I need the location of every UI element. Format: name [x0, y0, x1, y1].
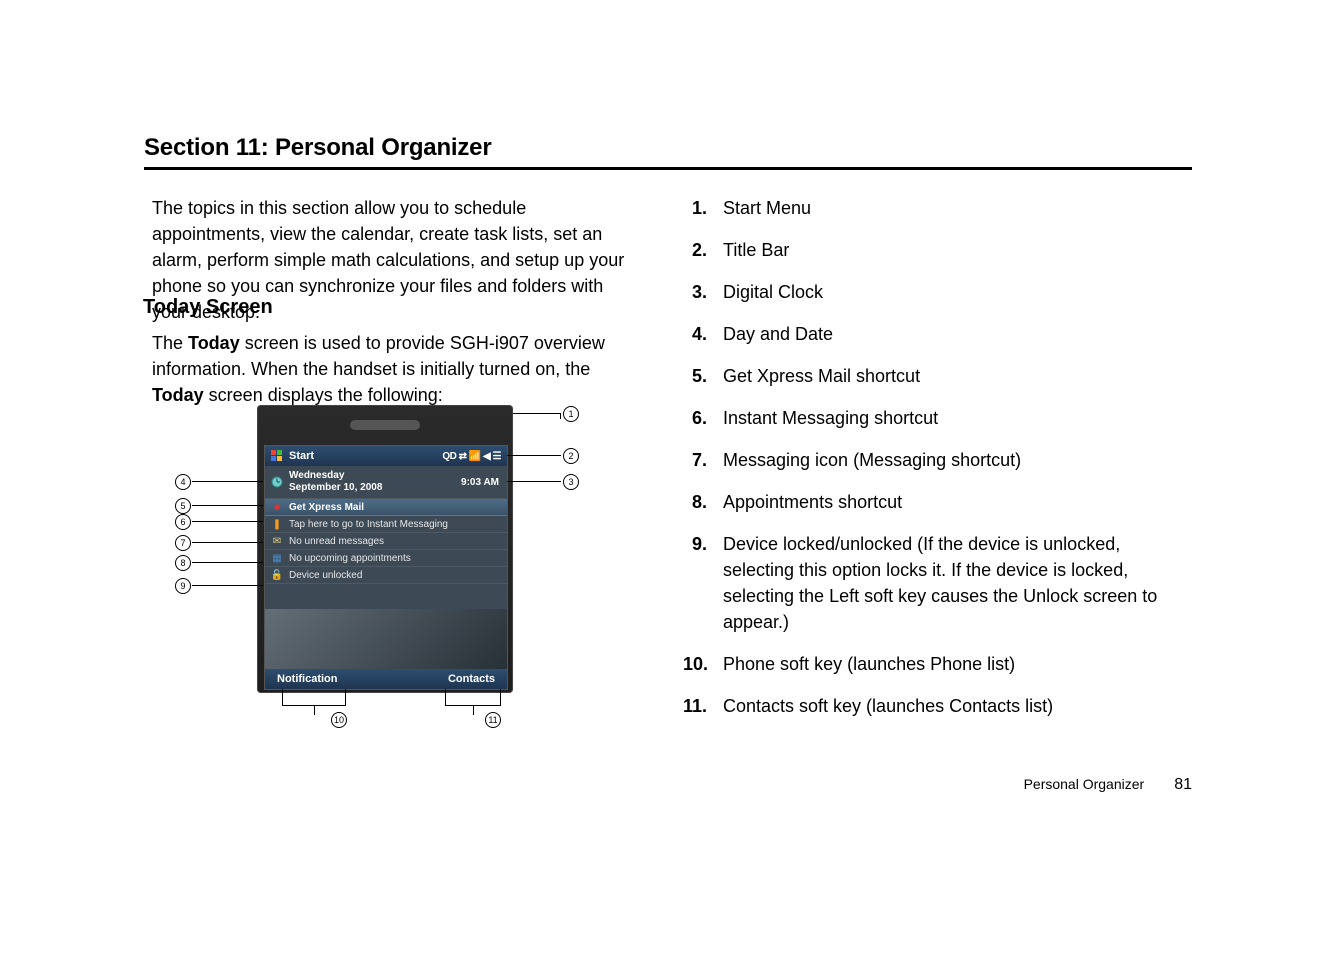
list-item: 5. Get Xpress Mail shortcut — [683, 363, 1193, 389]
callout-2: 2 — [563, 448, 579, 464]
legend-num: 10. — [683, 651, 707, 677]
list-item: 11. Contacts soft key (launches Contacts … — [683, 693, 1193, 719]
list-item: 6. Instant Messaging shortcut — [683, 405, 1193, 431]
legend-num: 5. — [683, 363, 707, 389]
today-screen-heading: Today Screen — [143, 296, 273, 319]
para-text: The — [152, 333, 188, 353]
legend-num: 2. — [683, 237, 707, 263]
legend-num: 3. — [683, 279, 707, 305]
titlebar-icons: QD ⇄ 📶 ◀ ☰ — [442, 451, 501, 462]
legend-text: Appointments shortcut — [723, 489, 1193, 515]
instant-messaging-row: ❚ Tap here to go to Instant Messaging — [265, 516, 507, 533]
page-number: 81 — [1174, 776, 1192, 794]
legend-list: 1. Start Menu 2. Title Bar 3. Digital Clock… — [683, 195, 1193, 735]
notification-softkey: Notification — [277, 673, 338, 685]
unlock-icon: 🔓 — [271, 569, 283, 581]
legend-num: 11. — [683, 693, 707, 719]
footer-section-label: Personal Organizer — [1024, 776, 1145, 792]
list-item: 10. Phone soft key (launches Phone list) — [683, 651, 1193, 677]
callout-8: 8 — [175, 555, 191, 571]
messages-row: ✉ No unread messages — [265, 533, 507, 550]
im-icon: ❚ — [271, 518, 283, 530]
list-item: 2. Title Bar — [683, 237, 1193, 263]
calendar-icon: ▦ — [271, 552, 283, 564]
xpress-mail-icon: ■ — [271, 501, 283, 513]
date-time-row: Wednesday September 10, 2008 9:03 AM — [265, 466, 507, 499]
legend-text: Device locked/unlocked (If the device is… — [723, 531, 1193, 635]
phone-screen: Start QD ⇄ 📶 ◀ ☰ Wednesday September 10,… — [264, 445, 508, 690]
device-lock-text: Device unlocked — [289, 570, 362, 581]
legend-num: 7. — [683, 447, 707, 473]
day-label: Wednesday — [289, 470, 382, 482]
windows-flag-icon — [271, 450, 284, 463]
legend-text: Title Bar — [723, 237, 1193, 263]
contacts-softkey: Contacts — [448, 673, 495, 685]
list-item: 3. Digital Clock — [683, 279, 1193, 305]
list-item: 8. Appointments shortcut — [683, 489, 1193, 515]
list-item: 1. Start Menu — [683, 195, 1193, 221]
title-rule — [144, 167, 1192, 170]
appointments-text: No upcoming appointments — [289, 553, 411, 564]
digital-clock: 9:03 AM — [461, 477, 501, 488]
clock-icon — [271, 476, 283, 488]
legend-num: 6. — [683, 405, 707, 431]
legend-text: Start Menu — [723, 195, 1193, 221]
section-title: Section 11: Personal Organizer — [144, 134, 491, 162]
today-screen-figure: 1 Start QD ⇄ 📶 ◀ ☰ — [175, 405, 575, 725]
page-footer: Personal Organizer 81 — [1024, 776, 1192, 794]
xpress-mail-text: Get Xpress Mail — [289, 502, 364, 513]
callout-3: 3 — [563, 474, 579, 490]
legend-text: Instant Messaging shortcut — [723, 405, 1193, 431]
legend-num: 9. — [683, 531, 707, 635]
legend-num: 8. — [683, 489, 707, 515]
background-gradient — [265, 609, 507, 669]
legend-text: Phone soft key (launches Phone list) — [723, 651, 1193, 677]
appointments-row: ▦ No upcoming appointments — [265, 550, 507, 567]
envelope-icon: ✉ — [271, 535, 283, 547]
phone-body: Start QD ⇄ 📶 ◀ ☰ Wednesday September 10,… — [257, 405, 513, 693]
callout-7: 7 — [175, 535, 191, 551]
callout-5: 5 — [175, 498, 191, 514]
callout-10: 10 — [331, 712, 347, 728]
date-label: September 10, 2008 — [289, 482, 382, 494]
start-label: Start — [289, 450, 314, 462]
device-lock-row: 🔓 Device unlocked — [265, 567, 507, 584]
para-bold: Today — [152, 385, 204, 405]
legend-num: 1. — [683, 195, 707, 221]
softkey-bar: Notification Contacts — [265, 669, 507, 689]
callout-6: 6 — [175, 514, 191, 530]
today-screen-paragraph: The Today screen is used to provide SGH-… — [152, 330, 636, 408]
list-item: 7. Messaging icon (Messaging shortcut) — [683, 447, 1193, 473]
legend-num: 4. — [683, 321, 707, 347]
legend-text: Digital Clock — [723, 279, 1193, 305]
legend-text: Get Xpress Mail shortcut — [723, 363, 1193, 389]
legend-text: Day and Date — [723, 321, 1193, 347]
callout-11: 11 — [485, 712, 501, 728]
callout-4: 4 — [175, 474, 191, 490]
callout-9: 9 — [175, 578, 191, 594]
phone-speaker — [350, 420, 420, 430]
callout-1: 1 — [563, 406, 579, 422]
legend-text: Messaging icon (Messaging shortcut) — [723, 447, 1193, 473]
title-bar: Start QD ⇄ 📶 ◀ ☰ — [265, 446, 507, 466]
list-item: 4. Day and Date — [683, 321, 1193, 347]
para-text: screen displays the following: — [204, 385, 443, 405]
xpress-mail-row: ■ Get Xpress Mail — [265, 499, 507, 516]
legend-text: Contacts soft key (launches Contacts lis… — [723, 693, 1193, 719]
para-bold: Today — [188, 333, 240, 353]
im-text: Tap here to go to Instant Messaging — [289, 519, 448, 530]
messages-text: No unread messages — [289, 536, 384, 547]
list-item: 9.Device locked/unlocked (If the device … — [683, 531, 1193, 635]
